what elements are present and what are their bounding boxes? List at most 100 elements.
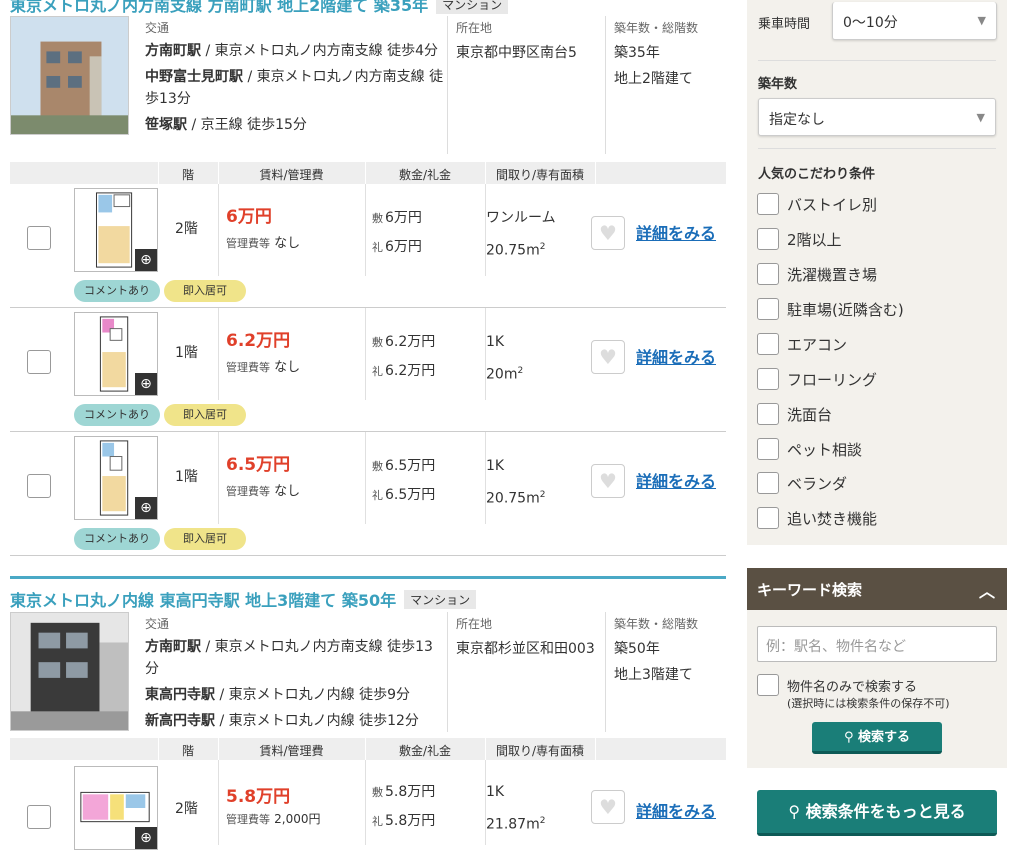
condition-checkbox[interactable]	[757, 403, 779, 425]
address-column: 所在地 東京都中野区南台5	[447, 16, 607, 154]
name-only-label[interactable]: 物件名のみで検索する	[787, 676, 917, 695]
condition-checkbox[interactable]	[757, 228, 779, 250]
commute-time-select[interactable]: 0〜10分 ▼	[832, 2, 997, 40]
station-line: 笹塚駅 / 京王線 徒歩15分	[145, 117, 307, 133]
address-label: 所在地	[456, 21, 493, 35]
chevron-down-icon: ▼	[976, 111, 985, 124]
building-age: 築35年	[614, 45, 660, 61]
condition-label[interactable]: ベランダ	[787, 473, 847, 494]
room-rent: 5.8万円	[226, 787, 291, 807]
building-title[interactable]: 東京メトロ丸ノ内線 東高円寺駅 地上3階建て 築50年 マンション	[10, 576, 726, 611]
detail-link[interactable]: 詳細をみる	[636, 344, 716, 368]
favorite-heart-icon[interactable]: ♥	[591, 464, 625, 498]
room-checkbox[interactable]	[27, 226, 51, 250]
property-type-tag: マンション	[404, 590, 477, 609]
condition-checkbox[interactable]	[757, 438, 779, 460]
floorplan-thumbnail[interactable]: ⊕	[74, 312, 158, 396]
building-photo[interactable]	[10, 16, 129, 135]
condition-label[interactable]: 駐車場(近隣含む)	[787, 299, 904, 320]
condition-checkbox[interactable]	[757, 333, 779, 355]
room-layout: 1K 20m2	[486, 334, 524, 383]
name-only-checkbox[interactable]	[757, 674, 779, 696]
keyword-search-button[interactable]: ⚲ 検索する	[812, 722, 942, 754]
zoom-icon[interactable]: ⊕	[135, 497, 157, 519]
condition-checkbox[interactable]	[757, 507, 779, 529]
building-title[interactable]: 東京メトロ丸ノ内方南支線 方南町駅 地上2階建て 築35年 マンション	[10, 0, 509, 15]
address-label: 所在地	[456, 617, 493, 631]
age-column: 築年数・総階数 築35年 地上2階建て	[605, 16, 726, 154]
condition-label[interactable]: 2階以上	[787, 229, 842, 250]
deposit-key-money: 敷 6.5万円礼 6.5万円	[372, 458, 436, 503]
building-floors: 地上3階建て	[614, 667, 693, 683]
favorite-heart-icon[interactable]: ♥	[591, 340, 625, 374]
floorplan-thumbnail[interactable]: ⊕	[74, 188, 158, 272]
chevron-down-icon: ▼	[977, 14, 986, 27]
condition-label[interactable]: 洗面台	[787, 404, 832, 425]
floorplan-thumbnail[interactable]: ⊕	[74, 766, 158, 850]
condition-label[interactable]: エアコン	[787, 334, 847, 355]
deposit-key-money: 敷 5.8万円礼 5.8万円	[372, 784, 436, 829]
room-rent: 6.5万円	[226, 455, 291, 475]
room-floor: 1階	[175, 469, 198, 485]
management-fee: 管理費等 なし	[226, 484, 301, 499]
condition-label[interactable]: バストイレ別	[787, 194, 877, 215]
chevron-up-icon[interactable]: ︿	[979, 578, 995, 602]
move-in-badge: 即入居可	[164, 404, 246, 426]
room-floor: 1階	[175, 345, 198, 361]
station-line: 新高円寺駅 / 東京メトロ丸ノ内線 徒歩12分	[145, 713, 419, 729]
management-fee: 管理費等 2,000円	[226, 812, 321, 826]
station-line: 方南町駅 / 東京メトロ丸ノ内方南支線 徒歩13分	[145, 639, 433, 677]
access-label: 交通	[145, 21, 170, 35]
favorite-heart-icon[interactable]: ♥	[591, 216, 625, 250]
condition-checkbox[interactable]	[757, 368, 779, 390]
access-label: 交通	[145, 617, 170, 631]
zoom-icon[interactable]: ⊕	[135, 827, 157, 849]
detail-link[interactable]: 詳細をみる	[636, 798, 716, 822]
zoom-icon[interactable]: ⊕	[135, 373, 157, 395]
keyword-search-header[interactable]: キーワード検索 ︿	[747, 568, 1007, 610]
room-floor: 2階	[175, 801, 198, 817]
condition-checkbox[interactable]	[757, 472, 779, 494]
access-column: 交通 方南町駅 / 東京メトロ丸ノ内方南支線 徒歩4分 中野富士見町駅 / 東京…	[145, 19, 445, 140]
age-column: 築年数・総階数 築50年 地上3階建て	[605, 612, 726, 732]
building-photo[interactable]	[10, 612, 129, 731]
room-layout: 1K 20.75m2	[486, 458, 546, 507]
header-rent: 賃料/管理費	[259, 168, 324, 182]
condition-checkbox[interactable]	[757, 193, 779, 215]
room-checkbox[interactable]	[27, 350, 51, 374]
detail-link[interactable]: 詳細をみる	[636, 468, 716, 492]
age-label: 築年数・総階数	[614, 21, 699, 35]
condition-checkbox[interactable]	[757, 263, 779, 285]
room-row: ⊕ 1階 6.5万円 管理費等 なし 敷 6.5万円礼 6.5万円 1K 20.75m…	[10, 432, 726, 556]
comment-badge: コメントあり	[74, 404, 160, 426]
condition-label[interactable]: 追い焚き機能	[787, 508, 877, 529]
station-line: 中野富士見町駅 / 東京メトロ丸ノ内方南支線 徒歩13分	[145, 69, 444, 107]
condition-label[interactable]: フローリング	[787, 369, 877, 390]
building-age: 築50年	[614, 641, 660, 657]
room-checkbox[interactable]	[27, 474, 51, 498]
header-deposit: 敷金/礼金	[398, 168, 452, 182]
management-fee: 管理費等 なし	[226, 236, 301, 251]
popular-conditions-label: 人気のこだわり条件	[758, 167, 876, 182]
access-column: 交通 方南町駅 / 東京メトロ丸ノ内方南支線 徒歩13分 東高円寺駅 / 東京メ…	[145, 615, 445, 736]
search-sidebar: 乗車時間 0〜10分 ▼ 築年数 指定なし ▼ 人気のこだわり条件 バストイレ別 2…	[747, 0, 1007, 845]
favorite-heart-icon[interactable]: ♥	[591, 790, 625, 824]
property-type-tag: マンション	[436, 0, 509, 14]
condition-checkbox[interactable]	[757, 298, 779, 320]
room-rent: 6万円	[226, 207, 272, 227]
more-conditions-button[interactable]: ⚲ 検索条件をもっと見る	[757, 790, 997, 836]
room-row: ⊕ 2階 6万円 管理費等 なし 敷 6万円礼 6万円 ワンルーム 20.75m2 ♥…	[10, 184, 726, 308]
condition-label[interactable]: ペット相談	[787, 439, 862, 460]
zoom-icon[interactable]: ⊕	[135, 249, 157, 271]
building-age-select[interactable]: 指定なし ▼	[758, 98, 996, 136]
station-line: 東高円寺駅 / 東京メトロ丸ノ内線 徒歩9分	[145, 687, 410, 703]
condition-label[interactable]: 洗濯機置き場	[787, 264, 877, 285]
detail-link[interactable]: 詳細をみる	[636, 220, 716, 244]
room-checkbox[interactable]	[27, 805, 51, 829]
room-floor: 2階	[175, 221, 198, 237]
floorplan-thumbnail[interactable]: ⊕	[74, 436, 158, 520]
comment-badge: コメントあり	[74, 528, 160, 550]
keyword-input[interactable]: 例：駅名、物件名など	[757, 626, 997, 662]
address: 東京都杉並区和田003	[456, 641, 595, 657]
room-rent: 6.2万円	[226, 331, 291, 351]
